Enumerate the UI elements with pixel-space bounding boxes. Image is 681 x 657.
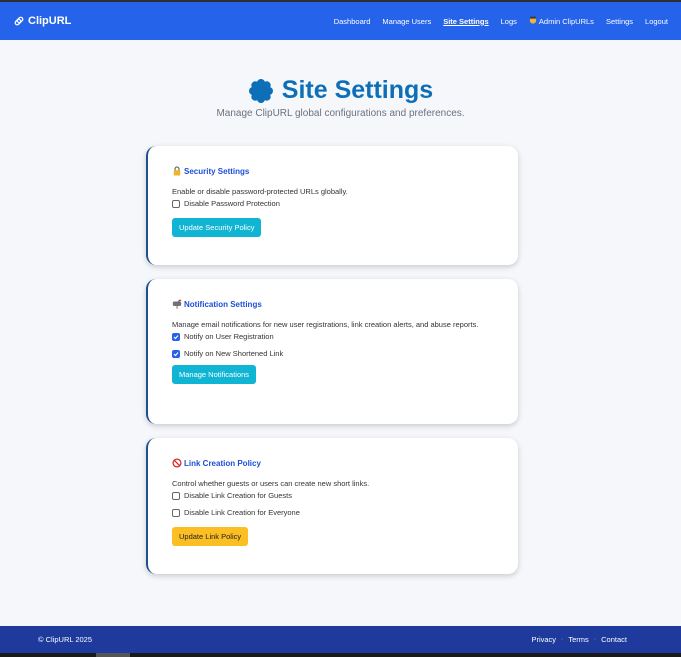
window-bottom-tab [96,653,130,657]
checkmark-icon [173,351,179,356]
disable-guest-link-creation-option[interactable]: Disable Link Creation for Guests [172,491,494,500]
paperclip-icon [13,15,25,27]
disable-everyone-link-creation-label: Disable Link Creation for Everyone [184,508,300,517]
lock-icon [172,166,182,176]
footer-link-terms[interactable]: Terms [568,635,588,644]
disable-everyone-link-creation-checkbox[interactable] [172,508,180,517]
update-security-policy-button[interactable]: Update Security Policy [172,218,262,237]
admin-emoji-icon [529,16,537,26]
footer-separator: · [593,636,597,643]
navbar: ClipURL Dashboard Manage Users Site Sett… [0,2,681,40]
nav-item-manage-users[interactable]: Manage Users [382,17,431,26]
security-settings-title-text: Security Settings [184,166,250,176]
notify-user-registration-checkbox[interactable] [172,332,180,341]
gear-icon [248,78,274,104]
footer-links: Privacy · Terms · Contact [531,635,627,644]
page-subtitle: Manage ClipURL global configurations and… [216,108,465,119]
update-link-policy-button[interactable]: Update Link Policy [172,527,249,546]
brand-name: ClipURL [28,15,72,27]
disable-guest-link-creation-checkbox[interactable] [172,491,180,500]
mailbox-icon [172,299,182,309]
nav-links: Dashboard Manage Users Site Settings Log… [334,16,668,26]
notify-new-link-option[interactable]: Notify on New Shortened Link [172,349,494,358]
disable-guest-link-creation-label: Disable Link Creation for Guests [184,491,292,500]
footer-link-contact[interactable]: Contact [601,635,627,644]
checkmark-icon [173,334,179,339]
page-header: Site Settings Manage ClipURL global conf… [0,76,681,119]
nav-item-settings[interactable]: Settings [606,17,633,26]
notify-new-link-label: Notify on New Shortened Link [184,349,284,358]
security-settings-description: Enable or disable password-protected URL… [172,187,348,196]
page-title: Site Settings [281,76,434,104]
brand-logo[interactable]: ClipURL [13,15,71,27]
link-creation-policy-title: Link Creation Policy [172,458,494,468]
notification-settings-title-text: Notification Settings [184,299,262,309]
security-settings-card: Security Settings Enable or disable pass… [146,146,518,265]
notification-settings-card: Notification Settings Manage email notif… [146,279,518,424]
security-settings-title: Security Settings [172,166,494,176]
footer-copyright: © ClipURL 2025 [38,635,93,644]
nav-item-admin-clipurls-label: Admin ClipURLs [538,16,594,26]
nav-item-dashboard[interactable]: Dashboard [334,17,371,26]
disable-password-protection-option[interactable]: Disable Password Protection [172,199,494,208]
manage-notifications-button[interactable]: Manage Notifications [172,365,257,384]
notification-settings-description: Manage email notifications for new user … [172,320,479,329]
notification-settings-title: Notification Settings [172,299,494,309]
nav-item-logout[interactable]: Logout [645,17,668,26]
nav-item-site-settings[interactable]: Site Settings [443,17,488,26]
footer-link-privacy[interactable]: Privacy [531,635,556,644]
disable-password-protection-label: Disable Password Protection [184,199,280,208]
nav-item-admin-clipurls[interactable]: Admin ClipURLs [529,16,594,26]
footer-separator: · [561,636,564,643]
link-creation-policy-title-text: Link Creation Policy [184,458,261,468]
prohibited-icon [172,458,182,468]
notify-user-registration-option[interactable]: Notify on User Registration [172,332,494,341]
link-creation-policy-description: Control whether guests or users can crea… [172,479,370,488]
link-creation-policy-card: Link Creation Policy Control whether gue… [146,438,518,574]
notify-user-registration-label: Notify on User Registration [184,332,274,341]
page-title-row: Site Settings [0,76,681,105]
footer: © ClipURL 2025 Privacy · Terms · Contact [0,626,681,653]
disable-password-protection-checkbox[interactable] [172,199,180,208]
nav-item-logs[interactable]: Logs [501,17,517,26]
disable-everyone-link-creation-option[interactable]: Disable Link Creation for Everyone [172,508,494,517]
notify-new-link-checkbox[interactable] [172,349,180,358]
